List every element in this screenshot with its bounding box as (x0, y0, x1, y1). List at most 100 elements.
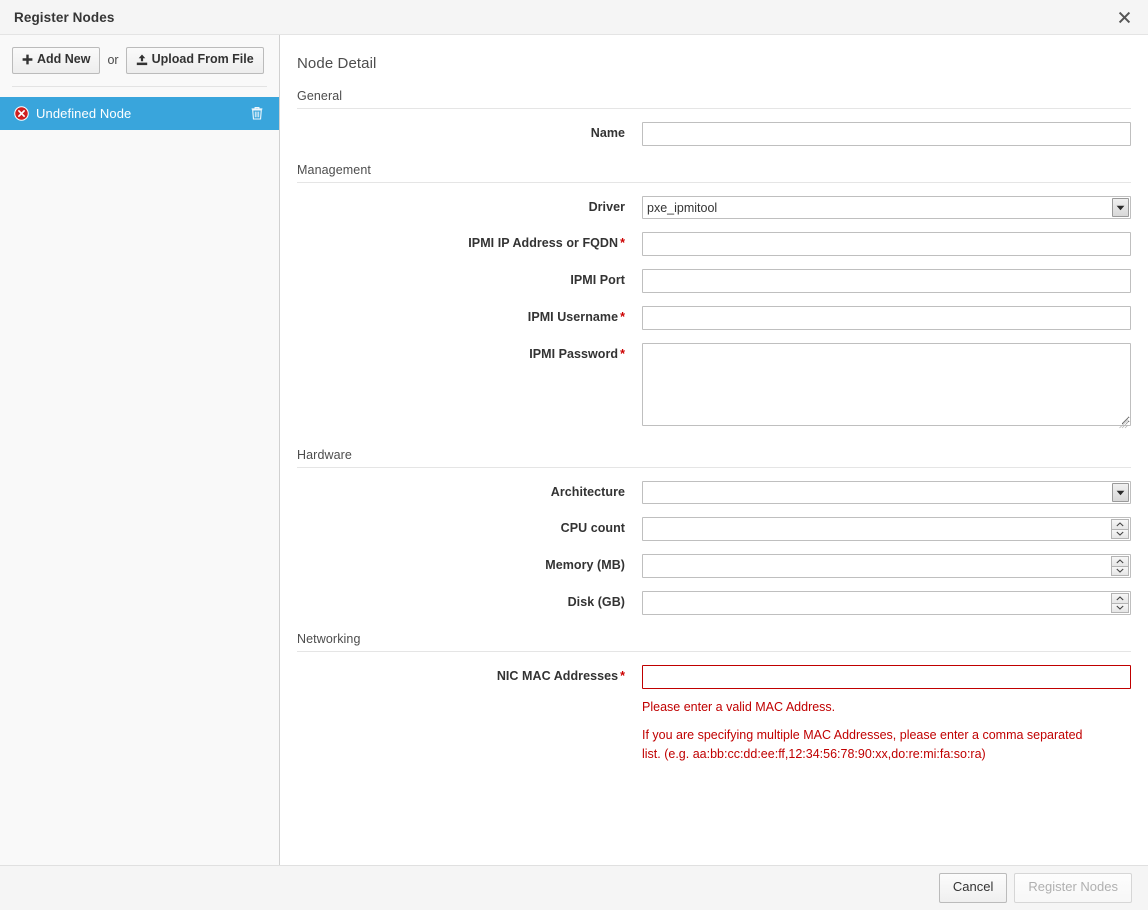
page-title: Node Detail (297, 55, 377, 72)
field-wrap-ipmi-ip (642, 232, 1131, 256)
field-row-ipmi-port: IPMI Port (297, 269, 1131, 293)
sidebar-divider (12, 85, 267, 87)
close-icon[interactable] (1111, 4, 1137, 30)
node-detail-inner: Node Detail General Name Management Driv… (280, 35, 1131, 765)
field-wrap-disk (642, 591, 1131, 615)
label-ipmi-username: IPMI Username * (297, 306, 642, 324)
driver-select[interactable]: pxe_ipmitool (642, 196, 1131, 219)
cpu-count-stepper[interactable] (1111, 519, 1129, 539)
cpu-count-input[interactable] (642, 517, 1131, 541)
modal-footer: Cancel Register Nodes (0, 866, 1148, 910)
architecture-select[interactable] (642, 481, 1131, 504)
label-ipmi-port: IPMI Port (297, 269, 642, 287)
section-hardware: Hardware Architecture CPU count Memory (… (280, 448, 1131, 615)
register-nodes-modal: Register Nodes Add New or Upload From Fi… (0, 0, 1148, 910)
label-text: IPMI IP Address or FQDN (468, 236, 619, 250)
label-memory: Memory (MB) (297, 554, 642, 572)
field-wrap-memory (642, 554, 1131, 578)
modal-titlebar: Register Nodes (0, 0, 1148, 35)
label-text: Driver (588, 200, 625, 214)
label-nic-mac: NIC MAC Addresses * (297, 665, 642, 683)
name-input[interactable] (642, 122, 1131, 146)
field-row-architecture: Architecture (297, 481, 1131, 504)
required-marker: * (620, 310, 625, 324)
section-management: Management Driver pxe_ipmitool IPMI IP A… (280, 163, 1131, 431)
label-text: CPU count (560, 521, 625, 535)
section-general: General Name (280, 89, 1131, 146)
upload-from-file-button[interactable]: Upload From File (125, 47, 264, 74)
nic-mac-input[interactable] (642, 665, 1131, 689)
field-row-nic-mac: NIC MAC Addresses * Please enter a valid … (297, 665, 1131, 765)
memory-input[interactable] (642, 554, 1131, 578)
memory-stepper[interactable] (1111, 556, 1129, 576)
label-text: IPMI Username (527, 310, 619, 324)
section-heading: Hardware (297, 448, 1131, 468)
field-row-driver: Driver pxe_ipmitool (297, 196, 1131, 219)
label-text: Architecture (550, 485, 625, 499)
section-networking: Networking NIC MAC Addresses * Please ent… (280, 632, 1131, 765)
field-wrap-nic-mac: Please enter a valid MAC Address. If you… (642, 665, 1131, 765)
upload-label: Upload From File (151, 52, 254, 66)
field-row-ipmi-ip: IPMI IP Address or FQDN * (297, 232, 1131, 256)
field-row-ipmi-password: IPMI Password * (297, 343, 1131, 431)
label-ipmi-ip: IPMI IP Address or FQDN * (297, 232, 642, 250)
upload-icon (136, 54, 148, 66)
cancel-button[interactable]: Cancel (938, 873, 1008, 903)
modal-body: Add New or Upload From File Undefined No… (0, 35, 1148, 866)
label-text: Name (590, 126, 625, 140)
node-list-item-label: Undefined Node (36, 105, 132, 121)
add-new-label: Add New (37, 52, 91, 66)
ipmi-password-textarea[interactable] (642, 343, 1131, 426)
label-text: NIC MAC Addresses (496, 669, 619, 683)
required-marker: * (620, 347, 625, 361)
field-row-disk: Disk (GB) (297, 591, 1131, 615)
required-marker: * (620, 669, 625, 683)
field-wrap-ipmi-port (642, 269, 1131, 293)
field-wrap-cpu-count (642, 517, 1131, 541)
stepper-up-icon[interactable] (1111, 519, 1129, 530)
stepper-up-icon[interactable] (1111, 593, 1129, 604)
label-name: Name (297, 122, 642, 140)
or-label: or (107, 53, 119, 68)
field-row-name: Name (297, 122, 1131, 146)
section-heading: Management (297, 163, 1131, 183)
label-cpu-count: CPU count (297, 517, 642, 535)
required-marker: * (620, 236, 625, 250)
field-wrap-name (642, 122, 1131, 146)
node-list-item-undefined-node[interactable]: Undefined Node (0, 96, 295, 130)
plus-icon (22, 54, 33, 65)
section-heading: Networking (297, 632, 1131, 652)
field-row-memory: Memory (MB) (297, 554, 1131, 578)
field-wrap-architecture (642, 481, 1131, 504)
trash-icon[interactable] (249, 105, 265, 121)
register-nodes-button[interactable]: Register Nodes (1014, 873, 1132, 903)
label-architecture: Architecture (297, 481, 642, 499)
ipmi-ip-input[interactable] (642, 232, 1131, 256)
ipmi-port-input[interactable] (642, 269, 1131, 293)
label-driver: Driver (297, 196, 642, 214)
stepper-down-icon[interactable] (1111, 529, 1129, 539)
close-glyph (1118, 11, 1130, 23)
label-disk: Disk (GB) (297, 591, 642, 609)
disk-stepper[interactable] (1111, 593, 1129, 613)
add-new-button[interactable]: Add New (12, 47, 101, 74)
stepper-up-icon[interactable] (1111, 556, 1129, 567)
label-ipmi-password: IPMI Password * (297, 343, 642, 361)
ipmi-username-input[interactable] (642, 306, 1131, 330)
field-wrap-ipmi-password (642, 343, 1131, 431)
nic-mac-error-hint: If you are specifying multiple MAC Addre… (642, 727, 1083, 762)
section-heading: General (297, 89, 1131, 109)
node-detail-panel: Node Detail General Name Management Driv… (280, 35, 1148, 865)
field-wrap-ipmi-username (642, 306, 1131, 330)
label-text: IPMI Password (529, 347, 619, 361)
field-row-cpu-count: CPU count (297, 517, 1131, 541)
field-wrap-driver: pxe_ipmitool (642, 196, 1131, 219)
modal-title: Register Nodes (14, 9, 115, 25)
disk-input[interactable] (642, 591, 1131, 615)
field-row-ipmi-username: IPMI Username * (297, 306, 1131, 330)
label-text: IPMI Port (570, 273, 625, 287)
sidebar-actions: Add New or Upload From File (0, 35, 279, 74)
stepper-down-icon[interactable] (1111, 603, 1129, 613)
label-text: Disk (GB) (567, 595, 625, 609)
stepper-down-icon[interactable] (1111, 566, 1129, 576)
